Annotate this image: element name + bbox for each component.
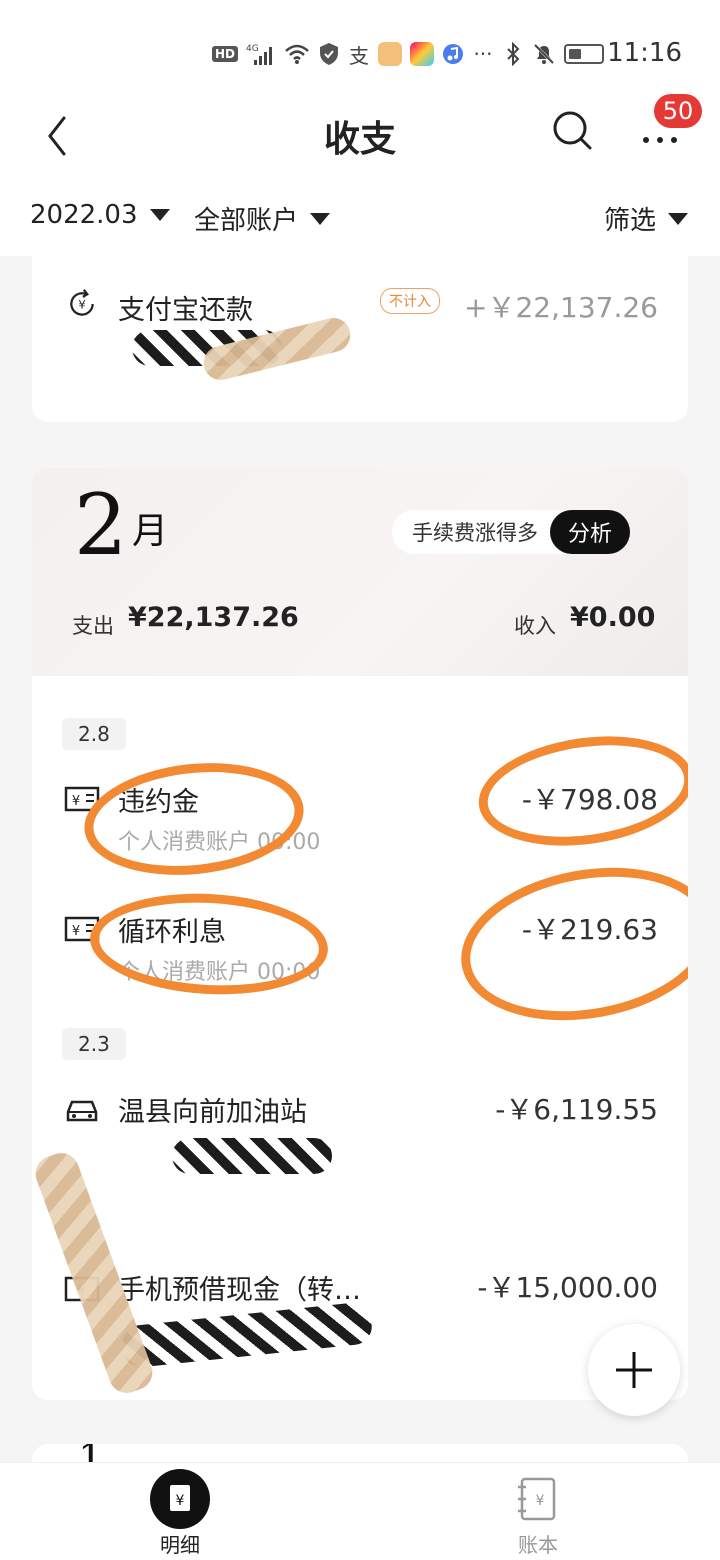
- ledger-icon: ¥: [518, 1477, 556, 1521]
- transaction-title: 手机预借现金（转…: [118, 1275, 361, 1306]
- repayment-icon: ¥: [70, 289, 94, 316]
- notification-badge: 50: [654, 94, 702, 128]
- date-chip: 2.8: [62, 718, 126, 750]
- month-unit: 月: [132, 511, 169, 552]
- caret-down-icon: [310, 212, 331, 225]
- bluetooth-icon: [502, 40, 524, 68]
- nav-bar: 收支 50: [0, 94, 720, 180]
- insight-pill[interactable]: 手续费涨得多 分析: [392, 510, 631, 554]
- svg-text:¥: ¥: [72, 794, 80, 809]
- alipay-icon: 支: [349, 43, 369, 68]
- redaction-scribble: [172, 1138, 332, 1174]
- month-header: 2 月 手续费涨得多 分析 支出 ¥22,137.26 收入 ¥0.00: [32, 468, 688, 676]
- caret-down-icon: [149, 209, 170, 221]
- svg-text:4G: 4G: [246, 44, 259, 54]
- tab-label: 账本: [518, 1533, 558, 1557]
- yuan-bill-icon: ¥: [150, 1469, 210, 1529]
- battery-icon: [564, 44, 604, 64]
- add-transaction-button[interactable]: [588, 1324, 680, 1416]
- transaction-title: 温县向前加油站: [118, 1097, 307, 1128]
- status-icons: HD 4G 支 ···: [211, 36, 604, 72]
- mute-bell-icon: [532, 40, 556, 68]
- analyze-button[interactable]: 分析: [550, 510, 631, 554]
- svg-text:¥: ¥: [536, 1493, 545, 1509]
- transaction-title: 支付宝还款: [118, 295, 253, 326]
- app-icon: [410, 42, 434, 66]
- income-label: 收入: [514, 614, 556, 638]
- svg-text:¥: ¥: [72, 924, 80, 939]
- car-icon: [66, 1100, 98, 1122]
- expense-value: ¥22,137.26: [128, 602, 299, 633]
- transaction-amount: -￥15,000.00: [477, 1271, 658, 1304]
- status-time: 11:16: [607, 38, 682, 68]
- svg-text:¥: ¥: [78, 297, 85, 311]
- plus-icon: [616, 1352, 652, 1388]
- tab-label: 明细: [160, 1533, 200, 1557]
- account-filter-label: 全部账户: [194, 206, 299, 236]
- insight-text: 手续费涨得多: [412, 521, 538, 545]
- more-dots-icon: ···: [473, 42, 493, 66]
- shield-icon: [318, 40, 340, 68]
- month-filter[interactable]: 2022.03: [30, 200, 170, 230]
- signal-4g-icon: 4G: [246, 40, 276, 68]
- transaction-amount: -￥6,119.55: [495, 1093, 658, 1126]
- month-number: 2: [74, 476, 128, 574]
- tab-bar: ¥ 明细 ¥ 账本: [0, 1462, 720, 1560]
- app-icon: [378, 42, 402, 66]
- redaction-scribble: [120, 1301, 374, 1369]
- search-icon: [553, 111, 592, 150]
- transaction-row[interactable]: 温县向前加油站 -￥6,119.55: [32, 1078, 688, 1198]
- wifi-icon: [284, 40, 310, 68]
- tab-ledger[interactable]: ¥ 账本: [478, 1469, 598, 1557]
- expense-label: 支出: [72, 614, 114, 638]
- account-filter[interactable]: 全部账户: [194, 200, 331, 237]
- page-title: 收支: [323, 119, 396, 160]
- tab-details[interactable]: ¥ 明细: [120, 1469, 240, 1557]
- month-filter-label: 2022.03: [30, 200, 138, 230]
- date-chip: 2.3: [62, 1028, 126, 1060]
- more-filter[interactable]: 筛选: [604, 200, 689, 237]
- month-card: 2 月 手续费涨得多 分析 支出 ¥22,137.26 收入 ¥0.00 2.8…: [32, 468, 688, 1400]
- music-icon: [442, 40, 464, 68]
- search-button[interactable]: [548, 106, 596, 154]
- hd-label: HD: [211, 46, 238, 62]
- transaction-amount: +￥22,137.26: [464, 291, 658, 324]
- filter-bar: 2022.03 全部账户 筛选: [0, 180, 720, 256]
- svg-text:¥: ¥: [176, 1493, 185, 1509]
- transaction-card: ¥ 支付宝还款 不计入 +￥22,137.26: [32, 250, 688, 422]
- income-value: ¥0.00: [570, 602, 656, 633]
- not-counted-tag: 不计入: [380, 288, 440, 314]
- hd-icon: HD: [211, 40, 238, 68]
- status-bar: HD 4G 支 ··· 11:16: [0, 0, 720, 100]
- caret-down-icon: [668, 212, 689, 225]
- transaction-row[interactable]: ¥ 支付宝还款 不计入 +￥22,137.26: [32, 250, 688, 422]
- more-filter-label: 筛选: [604, 206, 657, 236]
